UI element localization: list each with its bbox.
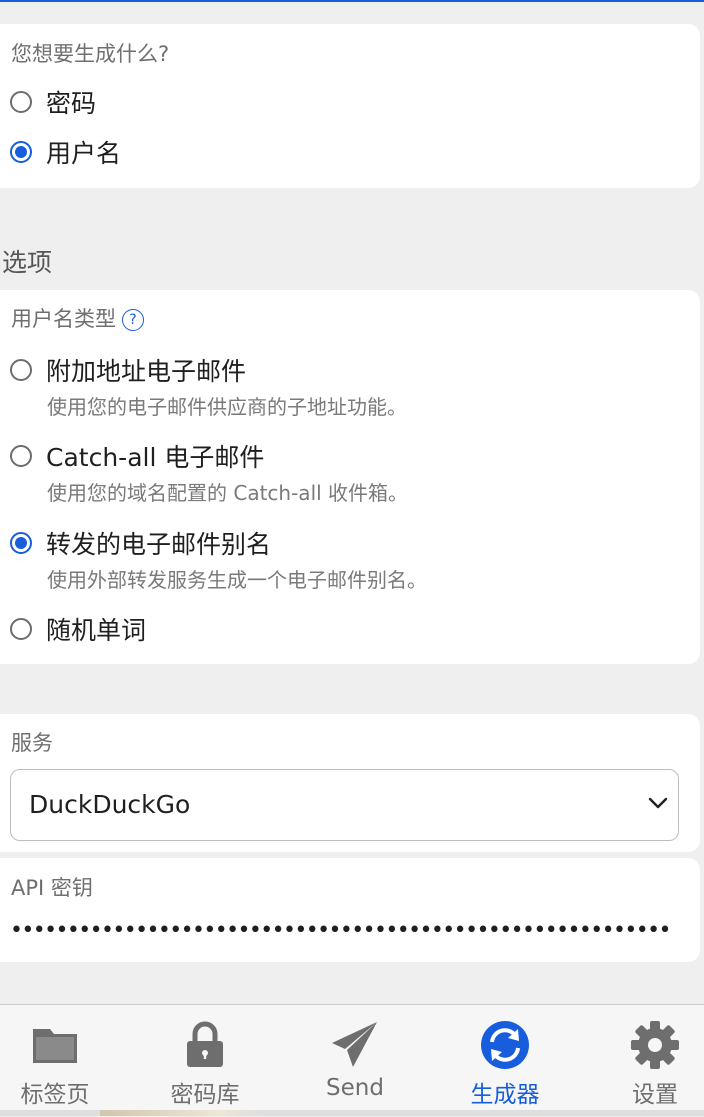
radio-option-random-word[interactable]: 随机单词 bbox=[10, 611, 146, 647]
tab-vault-label: 密码库 bbox=[170, 1082, 240, 1108]
radio-forwarded-alias-label: 转发的电子邮件别名 bbox=[46, 530, 272, 559]
folder-icon bbox=[33, 1029, 77, 1063]
refresh-icon bbox=[481, 1021, 529, 1069]
radio-catch-all-label: Catch-all 电子邮件 bbox=[46, 443, 265, 472]
plus-addressed-description: 使用您的电子邮件供应商的子地址功能。 bbox=[47, 395, 407, 419]
options-section-title: 选项 bbox=[2, 248, 53, 277]
api-key-card: API 密钥 bbox=[0, 858, 700, 962]
tab-settings-label: 设置 bbox=[632, 1082, 678, 1108]
api-key-field[interactable]: ••••••••••••••••••••••••••••••••••••••••… bbox=[10, 918, 670, 943]
radio-username[interactable] bbox=[10, 141, 32, 163]
radio-random-word[interactable] bbox=[10, 618, 32, 640]
radio-option-forwarded-alias[interactable]: 转发的电子邮件别名 bbox=[10, 525, 271, 561]
radio-option-plus-addressed[interactable]: 附加地址电子邮件 bbox=[10, 352, 246, 388]
radio-plus-addressed-label: 附加地址电子邮件 bbox=[46, 357, 247, 386]
service-label: 服务 bbox=[11, 731, 53, 755]
paper-plane-icon bbox=[332, 1022, 377, 1067]
tab-settings[interactable]: 设置 bbox=[590, 1005, 704, 1117]
question-circle-icon[interactable]: ? bbox=[122, 309, 144, 331]
tab-generator-label: 生成器 bbox=[470, 1082, 540, 1108]
username-type-label-text: 用户名类型 bbox=[11, 307, 116, 331]
username-type-label: 用户名类型? bbox=[11, 303, 144, 333]
tab-tabs[interactable]: 标签页 bbox=[0, 1005, 120, 1117]
forwarded-alias-description: 使用外部转发服务生成一个电子邮件别名。 bbox=[47, 568, 427, 592]
tab-vault[interactable]: 密码库 bbox=[140, 1005, 270, 1117]
generate-type-label: 您想要生成什么? bbox=[11, 42, 170, 66]
generate-type-card: 您想要生成什么? 密码 用户名 bbox=[0, 24, 700, 188]
radio-password-label: 密码 bbox=[46, 89, 97, 118]
radio-option-username[interactable]: 用户名 bbox=[10, 134, 121, 170]
radio-forwarded-alias[interactable] bbox=[10, 532, 32, 554]
username-type-card: 用户名类型? 附加地址电子邮件 使用您的电子邮件供应商的子地址功能。 Catch… bbox=[0, 290, 700, 664]
chevron-down-icon bbox=[648, 797, 668, 809]
radio-catch-all[interactable] bbox=[10, 445, 32, 467]
tab-send[interactable]: Send bbox=[290, 1005, 420, 1117]
radio-username-label: 用户名 bbox=[46, 139, 122, 168]
api-key-label: API 密钥 bbox=[11, 876, 93, 900]
tab-tabs-label: 标签页 bbox=[20, 1082, 90, 1108]
catch-all-description: 使用您的域名配置的 Catch-all 收件箱。 bbox=[47, 481, 409, 505]
service-select[interactable]: DuckDuckGo bbox=[10, 769, 679, 841]
radio-option-password[interactable]: 密码 bbox=[10, 84, 96, 120]
radio-option-catch-all[interactable]: Catch-all 电子邮件 bbox=[10, 438, 264, 474]
radio-plus-addressed[interactable] bbox=[10, 359, 32, 381]
tab-send-label: Send bbox=[326, 1075, 384, 1101]
lock-icon bbox=[187, 1021, 223, 1067]
top-accent-line bbox=[0, 0, 704, 2]
service-select-value: DuckDuckGo bbox=[29, 790, 191, 819]
bottom-edge-strip bbox=[0, 1110, 704, 1116]
bottom-tab-bar: 标签页 密码库 Send 生成器 设置 bbox=[0, 1004, 704, 1116]
gear-icon bbox=[631, 1021, 679, 1069]
tab-generator[interactable]: 生成器 bbox=[440, 1005, 570, 1117]
radio-password[interactable] bbox=[10, 91, 32, 113]
radio-random-word-label: 随机单词 bbox=[46, 616, 147, 645]
